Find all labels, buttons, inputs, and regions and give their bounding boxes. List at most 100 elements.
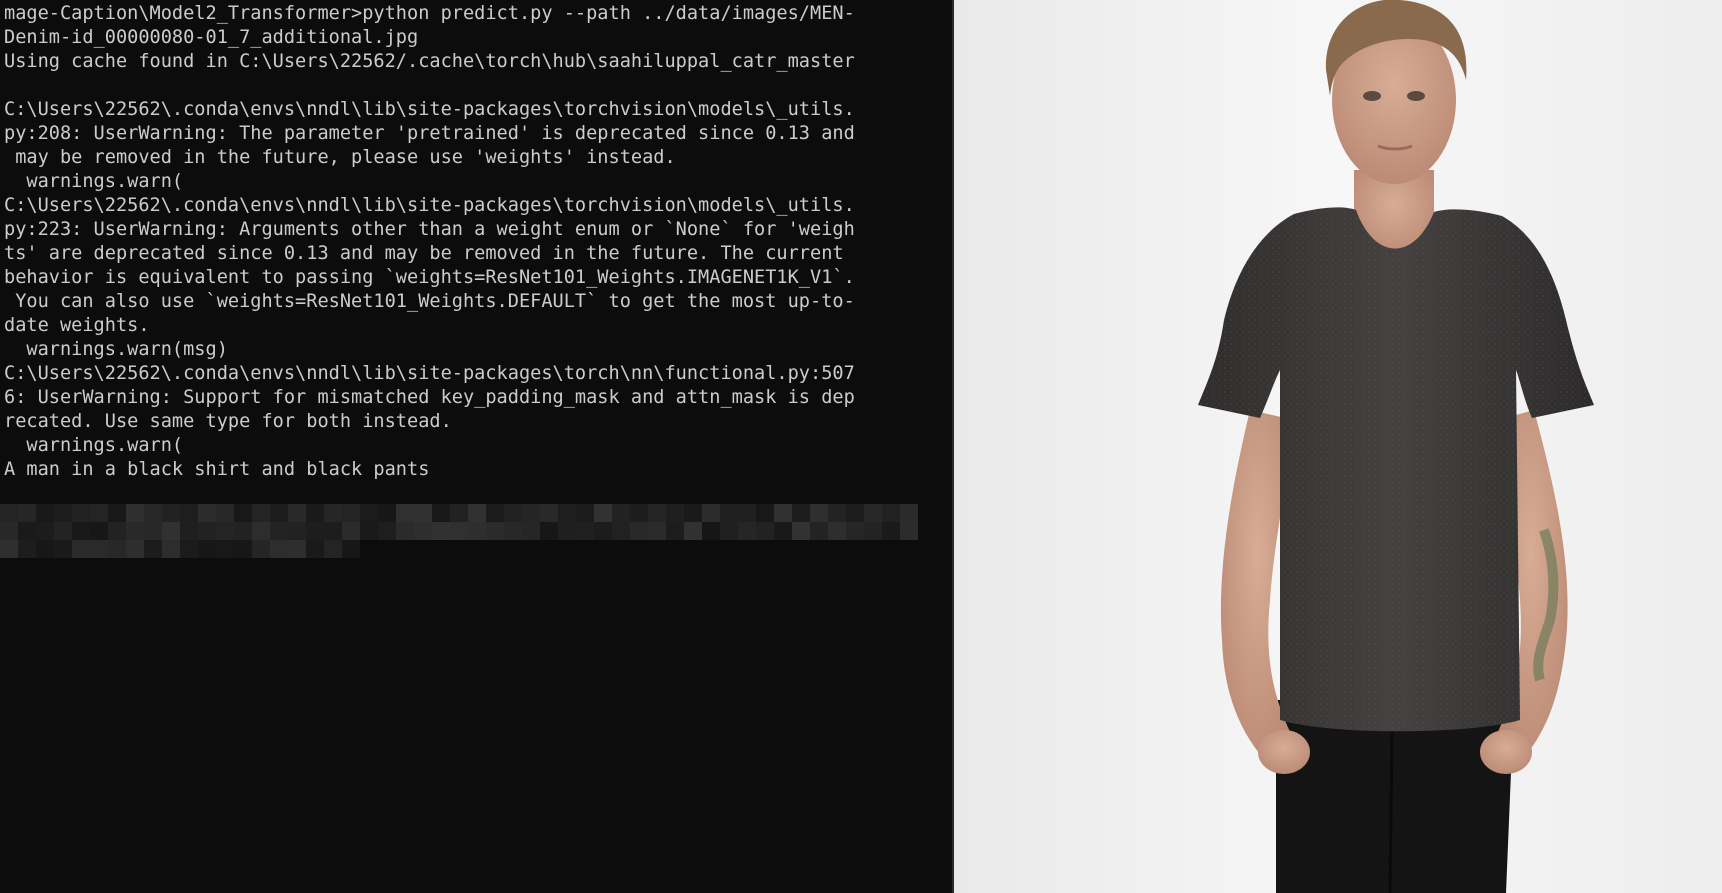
redaction-pixel (900, 504, 918, 522)
redaction-pixel (594, 504, 612, 522)
redaction-pixel (432, 522, 450, 540)
redaction-pixel (612, 504, 630, 522)
redaction-pixel (504, 504, 522, 522)
pants-seam (1388, 729, 1394, 893)
redaction-pixel (360, 504, 378, 522)
redaction-pixel (90, 522, 108, 540)
redaction-pixel (756, 522, 774, 540)
redaction-pixel (648, 522, 666, 540)
redaction-pixel (738, 504, 756, 522)
redaction-pixel (720, 504, 738, 522)
redaction-pixel (108, 540, 126, 558)
redaction-pixel (864, 504, 882, 522)
terminal-line: date weights. (4, 315, 150, 336)
redaction-pixel (756, 504, 774, 522)
redaction-pixel (144, 540, 162, 558)
redaction-pixel (558, 522, 576, 540)
redaction-pixel (882, 504, 900, 522)
redaction-pixel (702, 522, 720, 540)
terminal-line: 6: UserWarning: Support for mismatched k… (4, 387, 855, 408)
redaction-pixel (846, 522, 864, 540)
redaction-pixel (216, 522, 234, 540)
terminal-line: C:\Users\22562\.conda\envs\nndl\lib\site… (4, 99, 855, 120)
redaction-pixel (576, 522, 594, 540)
redaction-pixel (828, 504, 846, 522)
redaction-pixel (108, 504, 126, 522)
redaction-pixel (180, 540, 198, 558)
right-hand (1480, 730, 1532, 774)
redaction-pixel (360, 522, 378, 540)
terminal-line: C:\Users\22562\.conda\envs\nndl\lib\site… (4, 195, 855, 216)
pixelated-redaction-icon (0, 504, 918, 558)
redaction-pixel (324, 522, 342, 540)
redaction-pixel (342, 504, 360, 522)
redaction-pixel (90, 540, 108, 558)
redaction-pixel (594, 522, 612, 540)
redaction-pixel (846, 504, 864, 522)
redaction-pixel (486, 522, 504, 540)
redaction-pixel (342, 540, 360, 558)
redaction-pixel (522, 504, 540, 522)
terminal-line: py:223: UserWarning: Arguments other tha… (4, 219, 855, 240)
redaction-pixel (324, 540, 342, 558)
redaction-pixel (216, 540, 234, 558)
redaction-pixel (0, 504, 18, 522)
caption-output-line: A man in a black shirt and black pants (4, 459, 430, 480)
redaction-pixel (288, 540, 306, 558)
model-in-dark-tshirt-photo-icon (954, 0, 1722, 893)
redaction-pixel (684, 504, 702, 522)
terminal-line: py:208: UserWarning: The parameter 'pret… (4, 123, 855, 144)
redaction-pixel (72, 540, 90, 558)
terminal-line: C:\Users\22562\.conda\envs\nndl\lib\site… (4, 363, 855, 384)
redaction-pixel (450, 504, 468, 522)
terminal-line: Denim-id_00000080-01_7_additional.jpg (4, 27, 419, 48)
redaction-pixel (432, 504, 450, 522)
terminal-window[interactable]: mage-Caption\Model2_Transformer>python p… (0, 0, 952, 893)
redaction-pixel (198, 504, 216, 522)
redaction-pixel (612, 522, 630, 540)
redaction-pixel (234, 522, 252, 540)
redaction-pixel (630, 504, 648, 522)
redaction-pixel (252, 504, 270, 522)
redaction-pixel (126, 522, 144, 540)
redaction-pixel (576, 504, 594, 522)
redaction-pixel (162, 522, 180, 540)
redaction-pixel (900, 522, 918, 540)
redaction-pixel (468, 522, 486, 540)
redaction-pixel (36, 504, 54, 522)
redaction-pixel (18, 540, 36, 558)
redaction-pixel (198, 540, 216, 558)
redaction-pixel (36, 540, 54, 558)
redaction-pixel (18, 522, 36, 540)
redaction-pixel (774, 504, 792, 522)
redaction-pixel (396, 522, 414, 540)
redaction-pixel (738, 522, 756, 540)
terminal-line: behavior is equivalent to passing `weigh… (4, 267, 855, 288)
redaction-pixel (162, 540, 180, 558)
redaction-pixel (810, 504, 828, 522)
redaction-pixel (378, 504, 396, 522)
redaction-pixel (792, 522, 810, 540)
redaction-pixel (234, 540, 252, 558)
redaction-pixel (324, 504, 342, 522)
redaction-pixel (774, 522, 792, 540)
redaction-pixel (144, 504, 162, 522)
terminal-line: may be removed in the future, please use… (4, 147, 676, 168)
redaction-pixel (504, 522, 522, 540)
redaction-pixel (306, 504, 324, 522)
redaction-pixel (684, 522, 702, 540)
redaction-pixel (252, 540, 270, 558)
redaction-pixel (270, 504, 288, 522)
terminal-line: ts' are deprecated since 0.13 and may be… (4, 243, 844, 264)
redaction-pixel (270, 522, 288, 540)
redaction-pixel (162, 504, 180, 522)
terminal-line: You can also use `weights=ResNet101_Weig… (4, 291, 855, 312)
redaction-pixel (792, 504, 810, 522)
redaction-pixel (126, 504, 144, 522)
redaction-pixel (810, 522, 828, 540)
terminal-line: warnings.warn( (4, 435, 184, 456)
screenshot-frame: mage-Caption\Model2_Transformer>python p… (0, 0, 1722, 893)
redaction-pixel (72, 522, 90, 540)
redaction-pixel (414, 522, 432, 540)
